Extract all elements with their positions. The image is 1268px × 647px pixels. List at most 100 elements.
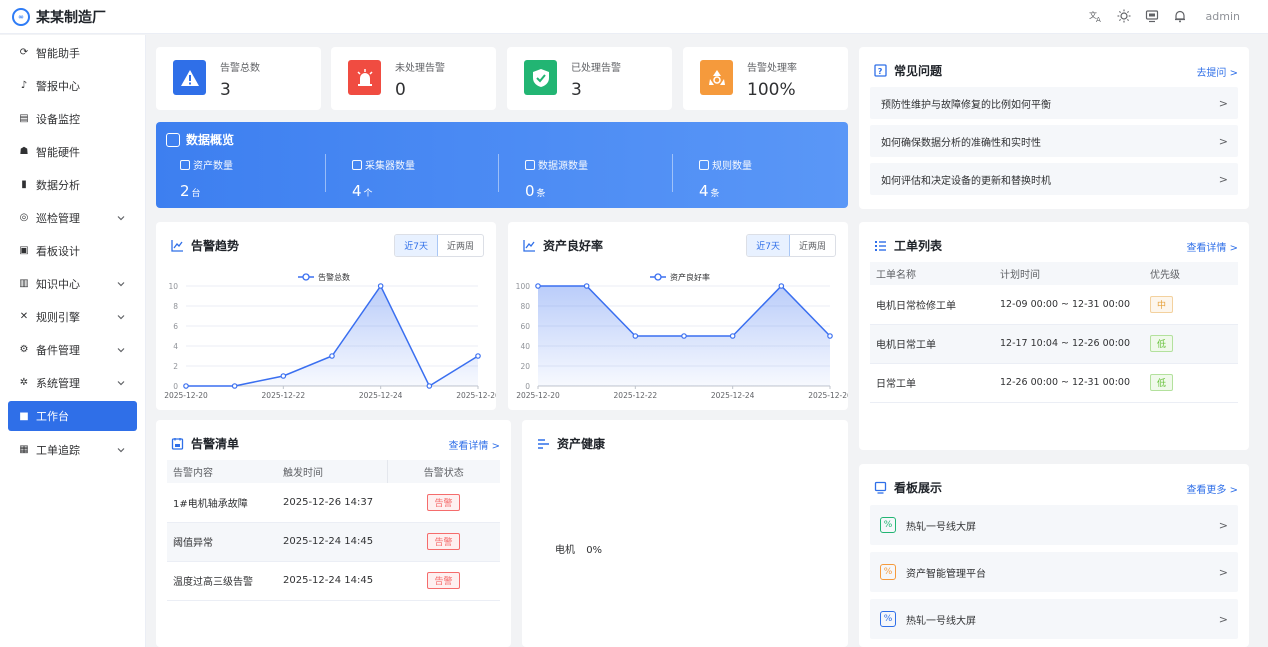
data-point [729, 333, 736, 339]
col-header: 工单名称 [870, 262, 994, 285]
dashboard-more-link[interactable]: 查看更多 > [1186, 481, 1238, 496]
chevron-down-icon [117, 212, 125, 225]
dashboard-item[interactable]: % 热轧一号线大屏 > [870, 505, 1238, 545]
sidebar-item[interactable]: ☗ 智能硬件 [0, 135, 145, 168]
sidebar-item[interactable]: ✕ 规则引擎 [0, 300, 145, 333]
alarm-time: 2025-12-24 14:45 [277, 561, 387, 601]
data-point [183, 383, 189, 389]
work-order-name: 电机日常工单 [870, 324, 994, 364]
chevron-down-icon [117, 344, 125, 357]
work-order-more-link[interactable]: 查看详情 > [1186, 239, 1238, 254]
overview-item-icon [525, 159, 535, 170]
sidebar-item[interactable]: ⟳ 智能助手 [0, 36, 145, 69]
overview-item-label: 数据源数量 [538, 161, 588, 172]
gear-icon: ✲ [19, 377, 29, 388]
table-row[interactable]: 阈值异常 2025-12-24 14:45 告警 [167, 522, 500, 562]
faq-item[interactable]: 如何评估和决定设备的更新和替换时机 > [870, 163, 1238, 195]
sun-icon[interactable] [1116, 8, 1132, 24]
table-row[interactable]: 电机日常检修工单 12-09 00:00 ~ 12-31 00:00 中 [870, 285, 1238, 325]
y-tick-label: 80 [520, 302, 530, 311]
legend-marker [654, 273, 662, 281]
overview-divider [325, 154, 326, 192]
book-icon: ▥ [19, 278, 29, 289]
list-icon [873, 239, 887, 253]
sidebar-item[interactable]: ▮ 数据分析 [0, 168, 145, 201]
chevron-down-icon [117, 278, 125, 291]
stat-value: 3 [220, 80, 231, 100]
alarm-trend-chart: 0 2 4 6 8 10 2025-12-20 2025-12-22 2025-12-24 202… [164, 272, 496, 400]
overview-item-value: 4 [352, 182, 362, 200]
chevron-right-icon: > [1218, 566, 1228, 579]
top-bar: ∞ 某某制造厂 文A admin [0, 0, 1268, 34]
y-tick-label: 4 [173, 342, 178, 351]
overview-icon [166, 132, 180, 147]
dashboard-item-label: 热轧一号线大屏 [906, 521, 976, 533]
screen-icon[interactable] [1144, 8, 1160, 24]
stat-card: 已处理告警 3 [507, 47, 672, 110]
chevron-right-icon: > [1218, 135, 1228, 148]
y-tick-label: 10 [168, 282, 178, 291]
stat-value: 0 [395, 80, 406, 100]
y-tick-label: 2 [173, 362, 178, 371]
health-item-name: 电机 [555, 545, 575, 556]
work-order-table-header: 工单名称 计划时间 优先级 [870, 262, 1238, 285]
alarm-list-more-link[interactable]: 查看详情 > [448, 437, 500, 452]
table-row[interactable]: 日常工单 12-26 00:00 ~ 12-31 00:00 低 [870, 363, 1238, 403]
dashboard-item-icon: % [880, 611, 896, 627]
table-row[interactable]: 1#电机轴承故障 2025-12-26 14:37 告警 [167, 483, 500, 523]
faq-ask-link[interactable]: 去提问 > [1196, 64, 1238, 79]
sidebar-item[interactable]: ⚙ 备件管理 [0, 333, 145, 366]
dashboard-item[interactable]: % 热轧一号线大屏 > [870, 599, 1238, 639]
dashboard-item[interactable]: % 资产智能管理平台 > [870, 552, 1238, 592]
sidebar-item[interactable]: ▦ 工单追踪 [0, 433, 145, 466]
data-point [231, 383, 238, 389]
sidebar-item[interactable]: ▣ 看板设计 [0, 234, 145, 267]
col-header: 告警内容 [167, 460, 277, 483]
sidebar-item-label: 工单追踪 [36, 443, 80, 457]
stat-card: 告警处理率 100% [683, 47, 848, 110]
alarm-table-header: 告警内容 触发时间 告警状态 [167, 460, 500, 483]
spare-parts-icon: ⚙ [19, 344, 29, 355]
x-tick-label: 2025-12-22 [614, 391, 658, 400]
sidebar-item[interactable]: ✲ 系统管理 [0, 366, 145, 399]
sidebar-item[interactable]: ◎ 巡检管理 [0, 201, 145, 234]
data-point [535, 283, 541, 289]
chevron-right-icon: > [1218, 173, 1228, 186]
overview-item-label: 采集器数量 [365, 161, 415, 172]
workbench-icon: ■ [19, 410, 29, 422]
asset-health-title: 资产健康 [536, 435, 605, 452]
priority-badge: 低 [1150, 374, 1174, 391]
translate-icon[interactable]: 文A [1088, 8, 1104, 24]
overview-item-unit: 条 [710, 189, 720, 199]
bell-icon[interactable] [1172, 8, 1188, 24]
table-row[interactable]: 电机日常工单 12-17 10:04 ~ 12-26 00:00 低 [870, 324, 1238, 364]
faq-item[interactable]: 如何确保数据分析的准确性和实时性 > [870, 125, 1238, 157]
y-tick-label: 0 [525, 382, 530, 391]
sidebar-item-label: 巡检管理 [36, 211, 80, 225]
data-point [280, 373, 287, 379]
sidebar-item[interactable]: ■ 工作台 [8, 401, 137, 431]
overview-item-unit: 个 [363, 189, 373, 199]
sidebar-item[interactable]: ▤ 设备监控 [0, 102, 145, 135]
data-point [329, 353, 335, 359]
sidebar-item-label: 看板设计 [36, 244, 80, 258]
alarm-content: 1#电机轴承故障 [167, 483, 277, 523]
user-name[interactable]: admin [1206, 10, 1240, 23]
sidebar-item[interactable]: ♪ 警报中心 [0, 69, 145, 102]
faq-item[interactable]: 预防性维护与故障修复的比例如何平衡 > [870, 87, 1238, 119]
series-area [186, 286, 478, 386]
work-order-time: 12-09 00:00 ~ 12-31 00:00 [994, 285, 1144, 325]
sidebar-item-label: 数据分析 [36, 178, 80, 192]
data-point [475, 353, 481, 359]
work-order-name: 电机日常检修工单 [870, 285, 994, 325]
sidebar-item-label: 规则引擎 [36, 310, 80, 324]
app-logo[interactable]: ∞ 某某制造厂 [12, 7, 106, 27]
data-point [778, 283, 785, 289]
table-row[interactable]: 温度过高三级告警 2025-12-24 14:45 告警 [167, 561, 500, 601]
data-point [377, 283, 384, 289]
legend-label: 资产良好率 [670, 272, 710, 282]
siren-icon [348, 60, 381, 95]
stat-label: 未处理告警 [395, 63, 445, 74]
chevron-right-icon: > [1218, 97, 1228, 110]
sidebar-item[interactable]: ▥ 知识中心 [0, 267, 145, 300]
